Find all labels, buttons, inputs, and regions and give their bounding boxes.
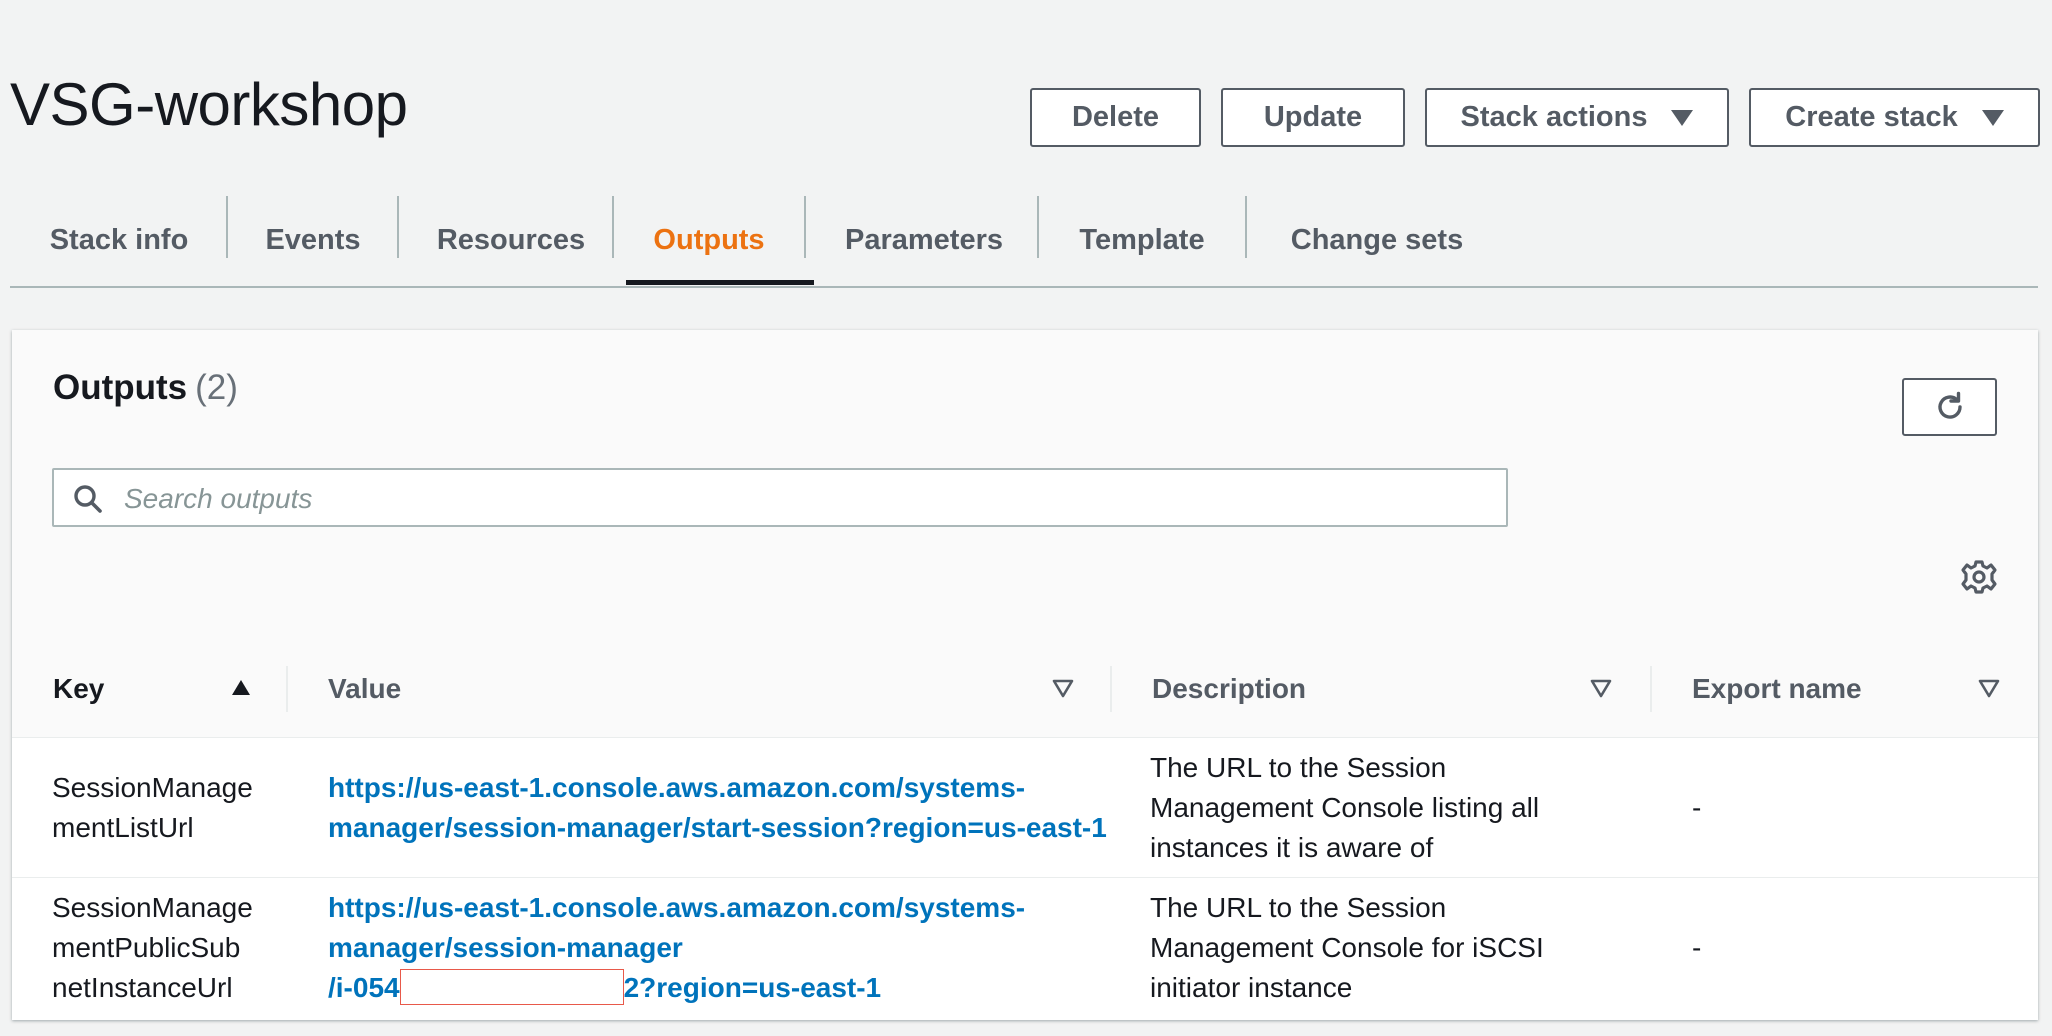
description-line: Management Console for iSCSI xyxy=(1150,932,1544,963)
search-input[interactable] xyxy=(122,470,1496,527)
value-line: https://us-east-1.console.aws.amazon.com… xyxy=(328,772,1026,803)
output-value-link[interactable]: https://us-east-1.console.aws.amazon.com… xyxy=(328,768,1108,848)
column-label: Export name xyxy=(1692,672,1862,704)
column-header-key[interactable]: Key xyxy=(53,640,233,737)
sort-descending-outline-icon[interactable] xyxy=(1978,678,2000,698)
outputs-title: Outputs xyxy=(53,368,188,407)
description-line: The URL to the Session xyxy=(1150,892,1447,923)
table-row: SessionManage mentPublicSub netInstanceU… xyxy=(12,878,2038,1020)
key-line: mentListUrl xyxy=(52,812,194,843)
outputs-count: (2) xyxy=(195,368,238,407)
table-header: Key Value Description Export name xyxy=(12,640,2038,738)
refresh-button[interactable] xyxy=(1902,378,1997,436)
description-line: The URL to the Session xyxy=(1150,752,1447,783)
tab-stack-info[interactable]: Stack info xyxy=(10,196,228,284)
value-line: manager/session-manager/start-session?re… xyxy=(328,812,1107,843)
key-line: mentPublicSub xyxy=(52,932,241,963)
column-header-description[interactable]: Description xyxy=(1152,640,1552,737)
output-description: The URL to the Session Management Consol… xyxy=(1150,888,1630,1008)
output-key: SessionManage mentListUrl xyxy=(52,768,272,848)
update-button-label: Update xyxy=(1263,101,1363,133)
output-export-name: - xyxy=(1692,792,1702,823)
column-divider xyxy=(1110,666,1112,712)
value-suffix: 2?region=us-east-1 xyxy=(623,972,882,1003)
column-label: Value xyxy=(328,672,402,704)
output-description: The URL to the Session Management Consol… xyxy=(1150,748,1630,868)
column-header-value[interactable]: Value xyxy=(328,640,828,737)
caret-down-icon xyxy=(1981,109,2004,126)
tab-label: Resources xyxy=(436,223,586,256)
create-stack-button[interactable]: Create stack xyxy=(1749,88,2040,147)
sort-descending-outline-icon[interactable] xyxy=(1590,678,1612,698)
stack-actions-label: Stack actions xyxy=(1460,101,1648,133)
tab-label: Stack info xyxy=(49,223,189,256)
tab-label: Parameters xyxy=(845,223,1003,256)
tab-bar: Stack info Events Resources Outputs Para… xyxy=(10,196,2038,288)
value-line: manager/session-manager xyxy=(328,932,683,963)
column-label: Description xyxy=(1152,672,1307,704)
search-box xyxy=(52,468,1508,527)
gear-icon[interactable] xyxy=(1960,558,1998,596)
outputs-heading: Outputs (2) xyxy=(53,368,238,408)
table-row: SessionManage mentListUrl https://us-eas… xyxy=(12,738,2038,878)
tab-label: Template xyxy=(1079,223,1205,256)
output-value: https://us-east-1.console.aws.amazon.com… xyxy=(328,768,1108,848)
output-export-name: - xyxy=(1692,932,1702,963)
tab-label: Change sets xyxy=(1290,223,1464,256)
outputs-panel: Outputs (2) Search outputs Key Value Des… xyxy=(12,330,2038,1020)
key-line: SessionManage xyxy=(52,772,253,803)
key-line: netInstanceUrl xyxy=(52,972,233,1003)
search-icon xyxy=(74,485,102,513)
tab-events[interactable]: Events xyxy=(228,196,398,284)
column-label: Key xyxy=(53,672,105,704)
redaction-box xyxy=(399,969,624,1005)
tab-template[interactable]: Template xyxy=(1039,196,1245,284)
description-line: Management Console listing all xyxy=(1150,792,1540,823)
stack-actions-button[interactable]: Stack actions xyxy=(1425,88,1729,147)
column-divider xyxy=(286,666,288,712)
delete-button-label: Delete xyxy=(1071,101,1160,133)
column-divider xyxy=(1650,666,1652,712)
sort-ascending-icon[interactable] xyxy=(230,678,252,698)
value-line-redacted: /i-054 2?region=us-east-1 xyxy=(328,968,1108,1008)
description-line: initiator instance xyxy=(1150,972,1353,1003)
page-title: VSG-workshop xyxy=(10,71,408,138)
output-key: SessionManage mentPublicSub netInstanceU… xyxy=(52,888,272,1008)
tab-resources[interactable]: Resources xyxy=(399,196,623,284)
tab-outputs[interactable]: Outputs xyxy=(614,196,804,284)
output-value: https://us-east-1.console.aws.amazon.com… xyxy=(328,888,1108,1008)
value-line: https://us-east-1.console.aws.amazon.com… xyxy=(328,892,1026,923)
column-header-export-name[interactable]: Export name xyxy=(1692,640,1972,737)
create-stack-label: Create stack xyxy=(1785,101,1958,133)
key-line: SessionManage xyxy=(52,892,253,923)
tab-parameters[interactable]: Parameters xyxy=(806,196,1042,284)
value-prefix: /i-054 xyxy=(328,972,400,1003)
tab-label: Events xyxy=(265,223,361,256)
active-tab-indicator xyxy=(626,280,814,285)
caret-down-icon xyxy=(1671,109,1694,126)
output-value-link[interactable]: https://us-east-1.console.aws.amazon.com… xyxy=(328,888,1108,1008)
description-line: instances it is aware of xyxy=(1150,832,1434,863)
outputs-panel-header: Outputs (2) xyxy=(12,330,2038,641)
tab-change-sets[interactable]: Change sets xyxy=(1247,196,1507,284)
update-button[interactable]: Update xyxy=(1221,88,1405,147)
tab-label: Outputs xyxy=(653,223,765,256)
refresh-icon xyxy=(1937,391,1962,419)
delete-button[interactable]: Delete xyxy=(1030,88,1201,147)
sort-descending-outline-icon[interactable] xyxy=(1052,678,1074,698)
